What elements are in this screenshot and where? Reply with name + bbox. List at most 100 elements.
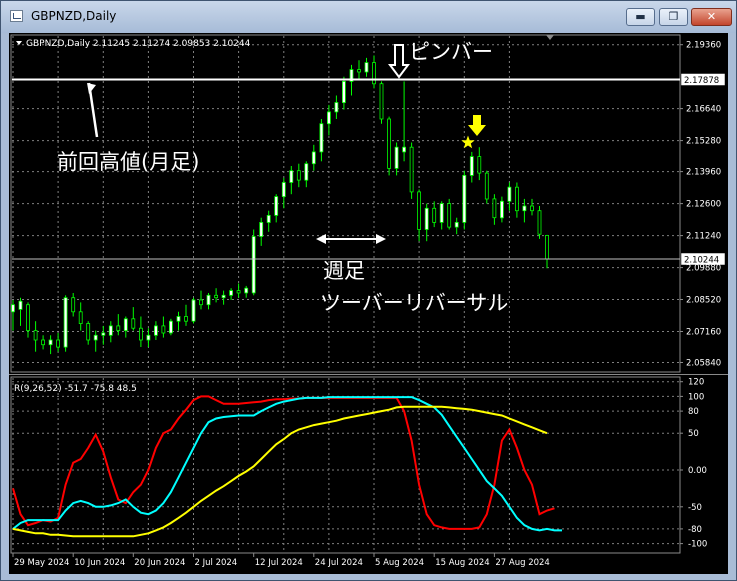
- price-chart-svg[interactable]: 2.178782.10244 2.193602.166402.152802.13…: [9, 33, 728, 574]
- indicator-axis: 120 100 80 50 0.00 -50 -80 -100: [680, 378, 707, 550]
- oscillator-line-cyan: [12, 396, 562, 532]
- bullish-candle: [18, 300, 23, 310]
- bearish-candle: [492, 198, 497, 219]
- bullish-candle: [522, 205, 527, 212]
- bullish-candle: [251, 236, 256, 294]
- bullish-candle: [63, 297, 68, 348]
- bearish-candle: [477, 156, 482, 174]
- price-tick-label: 2.08520: [686, 296, 721, 306]
- indicator-tick-label: 80: [688, 407, 699, 417]
- pinbar-label: ピンバー: [409, 40, 493, 64]
- bullish-candle: [48, 339, 53, 346]
- bullish-candle: [221, 294, 226, 299]
- bearish-candle: [71, 297, 76, 313]
- bullish-candle: [341, 81, 346, 104]
- minimize-button[interactable]: ▬: [626, 8, 655, 26]
- bullish-candle: [304, 163, 309, 181]
- bullish-candle: [191, 299, 196, 322]
- indicator-tick-label: 100: [688, 392, 704, 402]
- bearish-candle: [161, 325, 166, 334]
- bullish-candle: [274, 196, 279, 216]
- close-button[interactable]: ✕: [691, 8, 732, 26]
- oscillator-line-yellow: [12, 405, 548, 538]
- bullish-candle: [439, 203, 444, 223]
- bullish-candle: [266, 214, 271, 223]
- chart-shift-marker[interactable]: [546, 35, 554, 40]
- bullish-candle: [206, 294, 211, 306]
- bearish-candle: [372, 62, 376, 85]
- time-tick-label: 20 Jun 2024: [134, 558, 185, 568]
- bullish-candle: [462, 174, 467, 223]
- restore-icon: ❐: [668, 10, 679, 23]
- price-tick-label: 2.19360: [686, 41, 721, 51]
- window-title: GBPNZD,Daily: [31, 9, 117, 23]
- bullish-candle: [146, 334, 151, 341]
- bullish-candle: [424, 207, 429, 230]
- bullish-candle: [326, 111, 331, 125]
- bearish-candle: [545, 234, 549, 260]
- bullish-candle: [176, 316, 181, 322]
- indicator-tick-label: -50: [688, 503, 702, 513]
- bullish-candle: [123, 318, 128, 331]
- bearish-candle: [296, 170, 301, 181]
- bearish-candle: [357, 69, 361, 73]
- weekly-span-right-arrowhead: [376, 234, 386, 244]
- indicator-tick-label: -100: [688, 540, 707, 550]
- bearish-candle: [199, 299, 203, 306]
- time-axis: 29 May 2024 10 Jun 2024 20 Jun 2024 2 Jul 2…: [12, 553, 550, 568]
- time-tick-label: 12 Jul 2024: [255, 558, 303, 568]
- chart-info-label: GBPNZD,Daily 2.11245 2.11274 2.09853 2.1…: [26, 39, 251, 49]
- bullish-candle: [168, 320, 173, 334]
- bullish-candle: [469, 156, 474, 176]
- indicator-tick-label: 120: [688, 378, 704, 388]
- title-bar[interactable]: GBPNZD,Daily ▬ ❐ ✕: [1, 1, 736, 33]
- bullish-candle: [229, 290, 234, 296]
- maximize-button[interactable]: ❐: [659, 8, 688, 26]
- price-tick-label: 2.15280: [686, 137, 721, 147]
- bearish-candle: [447, 203, 452, 228]
- bullish-candle: [93, 334, 98, 341]
- bearish-candle: [138, 327, 143, 341]
- bullish-candle: [101, 332, 106, 336]
- time-tick-label: 10 Jun 2024: [74, 558, 125, 568]
- bullish-candle: [259, 221, 264, 237]
- time-tick-label: 5 Aug 2024: [375, 558, 424, 568]
- price-tick-label: 2.12600: [686, 200, 721, 210]
- bullish-candle: [499, 200, 504, 219]
- price-tick-label: 2.13960: [686, 168, 721, 178]
- monthly-high-label: 前回高値(月足): [57, 150, 199, 174]
- bearish-candle: [537, 210, 542, 235]
- signal-star-icon: [461, 135, 475, 149]
- bearish-candle: [409, 146, 414, 193]
- chart-window-icon: [10, 10, 23, 22]
- bearish-candle: [131, 318, 136, 329]
- weekly-subtitle: ツーバーリバーサル: [320, 291, 508, 315]
- chart-window: GBPNZD,Daily ▬ ❐ ✕ 2.17878 2.10244 2.1936…: [0, 0, 737, 581]
- chart-menu-triangle-icon[interactable]: [16, 41, 22, 45]
- bullish-candle: [281, 182, 286, 198]
- time-tick-label: 2 Jul 2024: [195, 558, 238, 568]
- chart-area[interactable]: 2.17878 2.10244 2.19360 2.16640 2.15280 2.13…: [9, 33, 728, 574]
- bearish-candle: [116, 325, 121, 331]
- yellow-arrow-icon: [468, 115, 486, 136]
- bearish-candle: [56, 339, 60, 348]
- bullish-candle: [402, 146, 407, 153]
- bearish-candle: [86, 323, 91, 341]
- price-tag-label: 2.17878: [684, 76, 719, 86]
- indicator-tick-label: -80: [688, 525, 702, 535]
- price-tick-label: 2.05840: [686, 359, 721, 369]
- indicator-info-label: R(9,26,52) -51.7 -75.8 48.5: [14, 384, 137, 394]
- bullish-candle: [11, 304, 15, 313]
- bearish-candle: [33, 330, 38, 341]
- price-axis: 2.19360 2.16640 2.15280 2.13960 2.12600 2.112…: [680, 41, 721, 369]
- bearish-candle: [379, 83, 384, 120]
- price-tick-label: 2.11240: [686, 232, 721, 242]
- bullish-candle: [454, 221, 459, 228]
- bearish-candle: [530, 205, 534, 212]
- bearish-candle: [214, 294, 219, 299]
- bearish-candle: [484, 172, 489, 200]
- pinbar-arrow-icon: [388, 44, 410, 79]
- bullish-candle: [153, 325, 158, 336]
- close-icon: ✕: [706, 10, 717, 23]
- time-tick-label: 29 May 2024: [14, 558, 69, 568]
